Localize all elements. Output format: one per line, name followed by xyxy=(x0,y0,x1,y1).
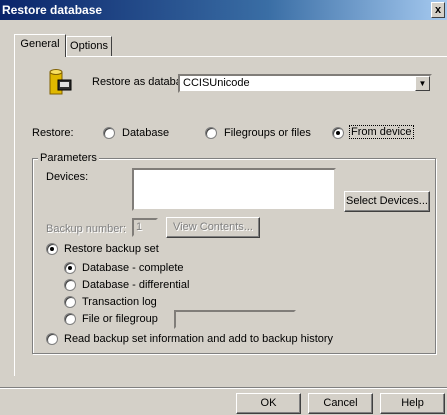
radio-database-complete[interactable] xyxy=(64,262,76,274)
ok-button[interactable]: OK xyxy=(236,393,301,414)
database-icon xyxy=(49,69,72,95)
file-or-filegroup-field[interactable] xyxy=(174,310,296,329)
radio-transaction-log[interactable] xyxy=(64,296,76,308)
view-contents-button[interactable]: View Contents... xyxy=(166,217,260,238)
close-icon[interactable]: x xyxy=(431,2,445,18)
tab-general[interactable]: General xyxy=(14,34,66,57)
database-complete-label[interactable]: Database - complete xyxy=(82,262,184,274)
restore-label: Restore: xyxy=(32,127,74,139)
radio-database-label[interactable]: Database xyxy=(122,127,169,139)
window-title: Restore database xyxy=(2,3,103,17)
restore-database-dialog: Restore database x General Options Resto… xyxy=(0,0,447,415)
file-or-filegroup-label[interactable]: File or filegroup xyxy=(82,313,158,325)
devices-label: Devices: xyxy=(46,171,89,183)
radio-from-device-label[interactable]: From device xyxy=(349,125,414,139)
title-bar: Restore database x xyxy=(0,0,447,20)
footer-divider xyxy=(0,387,447,389)
backup-number-field[interactable]: 1 xyxy=(132,218,158,237)
database-differential-label[interactable]: Database - differential xyxy=(82,279,189,291)
restore-as-value: CCISUnicode xyxy=(183,77,250,89)
parameters-legend: Parameters xyxy=(38,152,99,164)
radio-filegroups-or-files[interactable] xyxy=(205,127,217,139)
transaction-log-label[interactable]: Transaction log xyxy=(82,296,157,308)
select-devices-button[interactable]: Select Devices... xyxy=(344,191,430,212)
backup-number-value: 1 xyxy=(136,221,143,233)
tab-general-label: General xyxy=(20,38,60,50)
read-backup-info-label[interactable]: Read backup set information and add to b… xyxy=(64,333,333,345)
restore-as-database-select[interactable]: CCISUnicode ▼ xyxy=(178,74,432,93)
restore-backup-set-label[interactable]: Restore backup set xyxy=(64,243,159,255)
radio-read-backup-info[interactable] xyxy=(46,333,58,345)
devices-list[interactable] xyxy=(132,168,336,211)
help-button[interactable]: Help xyxy=(380,393,445,414)
radio-filegroups-label[interactable]: Filegroups or files xyxy=(224,127,311,139)
cancel-button[interactable]: Cancel xyxy=(308,393,373,414)
radio-file-or-filegroup[interactable] xyxy=(64,313,76,325)
backup-number-label: Backup number: xyxy=(46,223,127,235)
tab-options-label: Options xyxy=(70,40,108,52)
tab-options[interactable]: Options xyxy=(66,36,112,56)
chevron-down-icon[interactable]: ▼ xyxy=(415,76,430,91)
radio-database-differential[interactable] xyxy=(64,279,76,291)
radio-database[interactable] xyxy=(103,127,115,139)
radio-restore-backup-set[interactable] xyxy=(46,243,58,255)
radio-from-device[interactable] xyxy=(332,127,344,139)
